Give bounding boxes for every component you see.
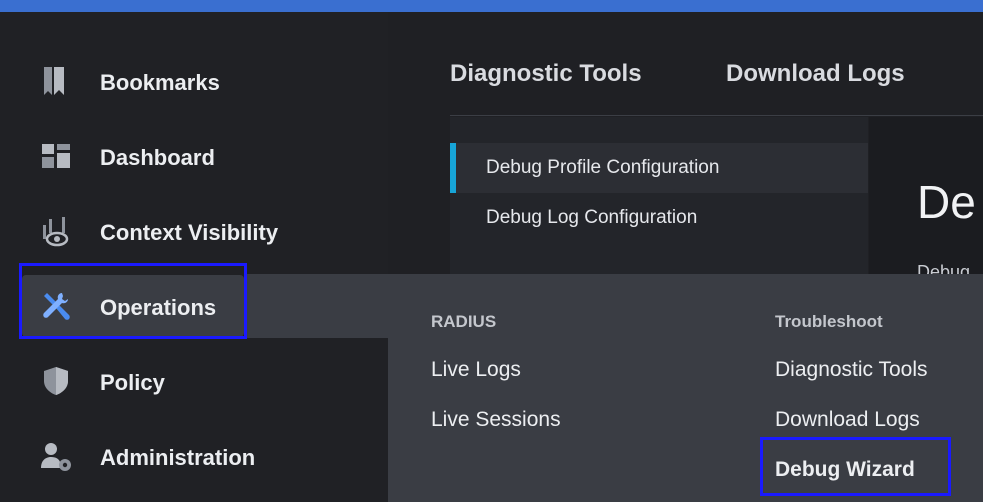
live-logs-link[interactable]: Live Logs xyxy=(431,358,521,382)
nav-item-administration[interactable]: Administration xyxy=(22,425,255,487)
nav-item-dashboard[interactable]: Dashboard xyxy=(22,125,244,187)
nav-item-label: Bookmarks xyxy=(100,70,220,95)
subnav-item-debug-log-configuration[interactable]: Debug Log Configuration xyxy=(450,193,868,243)
subnav-panel: Debug Profile Configuration Debug Log Co… xyxy=(450,117,868,277)
dashboard-icon xyxy=(42,144,70,168)
shield-icon xyxy=(44,367,68,395)
page-title: De xyxy=(917,176,976,228)
nav-item-bookmarks[interactable]: Bookmarks xyxy=(22,50,244,112)
operations-flyout-connector xyxy=(245,274,388,338)
content-area: De Debug xyxy=(869,117,983,277)
radius-heading: RADIUS xyxy=(431,312,497,331)
download-logs-link[interactable]: Download Logs xyxy=(775,408,920,432)
left-nav: Bookmarks Dashboard Context Visibility P… xyxy=(0,12,388,502)
wrench-screwdriver-icon xyxy=(43,293,70,320)
tab-divider xyxy=(450,115,983,116)
nav-item-context-visibility[interactable]: Context Visibility xyxy=(22,200,278,262)
tab-download-logs[interactable]: Download Logs xyxy=(726,60,905,88)
nav-item-policy[interactable]: Policy xyxy=(22,350,244,412)
operations-flyout: RADIUS Live Logs Live Sessions Troublesh… xyxy=(388,274,983,502)
nav-item-operations[interactable]: Operations xyxy=(22,275,244,337)
nav-item-label: Operations xyxy=(100,295,217,320)
subnav-item-debug-profile-configuration[interactable]: Debug Profile Configuration xyxy=(450,143,868,193)
user-gear-icon xyxy=(41,443,71,471)
diagnostic-tools-link[interactable]: Diagnostic Tools xyxy=(775,358,928,382)
nav-item-label: Dashboard xyxy=(100,145,215,170)
nav-item-label: Context Visibility xyxy=(100,220,279,245)
troubleshoot-heading: Troubleshoot xyxy=(775,312,883,331)
context-visibility-icon xyxy=(43,217,69,247)
live-sessions-link[interactable]: Live Sessions xyxy=(431,408,561,432)
tab-diagnostic-tools[interactable]: Diagnostic Tools xyxy=(450,60,642,88)
subnav-item-label: Debug Profile Configuration xyxy=(486,157,720,178)
debug-wizard-link[interactable]: Debug Wizard xyxy=(775,458,915,482)
nav-item-label: Policy xyxy=(100,370,165,395)
subnav-item-label: Debug Log Configuration xyxy=(486,207,698,228)
bookmark-icon xyxy=(44,67,64,95)
nav-item-label: Administration xyxy=(100,445,256,470)
top-bar xyxy=(0,0,983,12)
